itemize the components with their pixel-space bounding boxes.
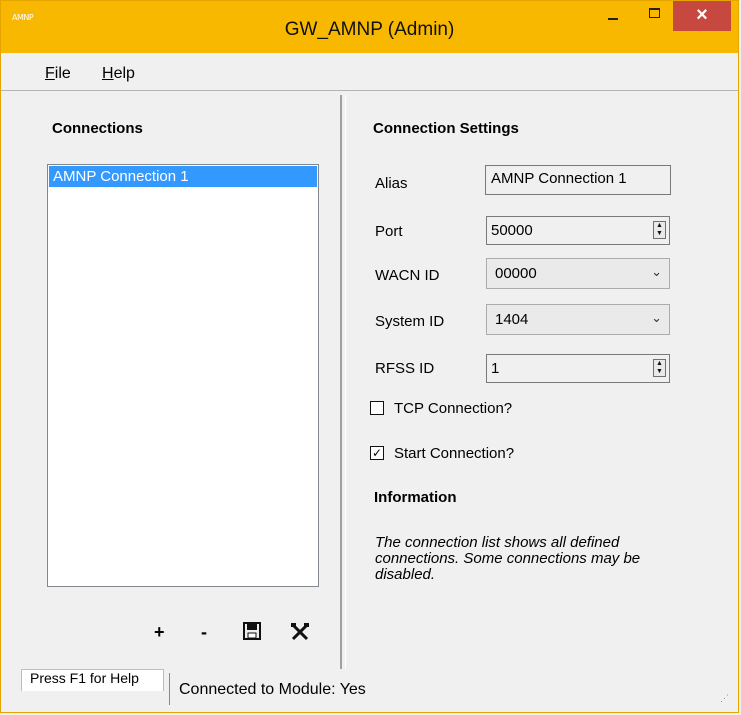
- menu-help[interactable]: Help: [102, 65, 135, 83]
- information-text: The connection list shows all defined co…: [375, 534, 641, 583]
- alias-field[interactable]: AMNP Connection 1: [485, 165, 671, 195]
- menu-file-accelerator: F: [45, 65, 55, 82]
- tcp-connection-checkbox[interactable]: [370, 401, 384, 415]
- port-spinner[interactable]: 50000 ▲ ▼: [486, 216, 670, 245]
- system-id-dropdown[interactable]: 1404 ⌄: [486, 304, 670, 335]
- menu-file[interactable]: File: [45, 65, 71, 83]
- menu-help-accelerator: H: [102, 65, 114, 82]
- port-spin-buttons[interactable]: ▲ ▼: [653, 221, 666, 239]
- module-status: Connected to Module: Yes: [169, 673, 733, 705]
- rfss-id-spinner[interactable]: 1 ▲ ▼: [486, 354, 670, 383]
- connection-list-item-selected[interactable]: AMNP Connection 1: [49, 166, 317, 187]
- wacn-id-dropdown[interactable]: 00000 ⌄: [486, 258, 670, 289]
- connections-heading: Connections: [52, 120, 143, 137]
- settings-panel: Connection Settings Alias AMNP Connectio…: [345, 95, 734, 669]
- menu-bar: File Help: [1, 53, 738, 91]
- save-icon[interactable]: [243, 622, 261, 640]
- maximize-button[interactable]: [637, 1, 673, 29]
- connections-list[interactable]: AMNP Connection 1: [47, 164, 319, 587]
- tools-icon[interactable]: [290, 622, 310, 642]
- start-connection-checkbox[interactable]: ✓: [370, 446, 384, 460]
- start-connection-label[interactable]: Start Connection?: [394, 445, 514, 462]
- information-heading: Information: [374, 489, 457, 506]
- menu-help-rest: elp: [113, 65, 135, 82]
- rfss-id-value[interactable]: 1: [491, 360, 499, 377]
- resize-grip-icon[interactable]: ⋰: [720, 693, 730, 703]
- connections-panel: Connections AMNP Connection 1 + -: [19, 95, 342, 669]
- app-window: AMNP GW_AMNP (Admin) × File Help Connect…: [0, 0, 739, 713]
- minimize-button[interactable]: [596, 1, 630, 29]
- rfss-spin-buttons[interactable]: ▲ ▼: [653, 359, 666, 377]
- system-id-label: System ID: [375, 313, 445, 330]
- close-button[interactable]: ×: [673, 1, 731, 31]
- rfss-id-label: RFSS ID: [375, 360, 435, 377]
- chevron-down-icon[interactable]: ⌄: [651, 264, 662, 280]
- chevron-down-icon[interactable]: ⌄: [651, 310, 662, 326]
- menu-file-rest: ile: [54, 65, 71, 82]
- add-connection-button[interactable]: +: [154, 622, 165, 643]
- system-id-value[interactable]: 1404: [495, 311, 528, 328]
- wacn-id-label: WACN ID: [375, 267, 440, 284]
- alias-label: Alias: [375, 175, 408, 192]
- wacn-id-value[interactable]: 00000: [495, 265, 537, 282]
- port-label: Port: [375, 223, 403, 240]
- title-bar[interactable]: AMNP GW_AMNP (Admin) ×: [1, 1, 738, 53]
- help-status-tab: Press F1 for Help: [21, 669, 164, 691]
- settings-heading: Connection Settings: [373, 120, 519, 137]
- remove-connection-button[interactable]: -: [201, 622, 207, 643]
- port-value[interactable]: 50000: [491, 222, 533, 239]
- status-bar: Press F1 for Help Connected to Module: Y…: [1, 669, 738, 712]
- tcp-connection-label[interactable]: TCP Connection?: [394, 400, 512, 417]
